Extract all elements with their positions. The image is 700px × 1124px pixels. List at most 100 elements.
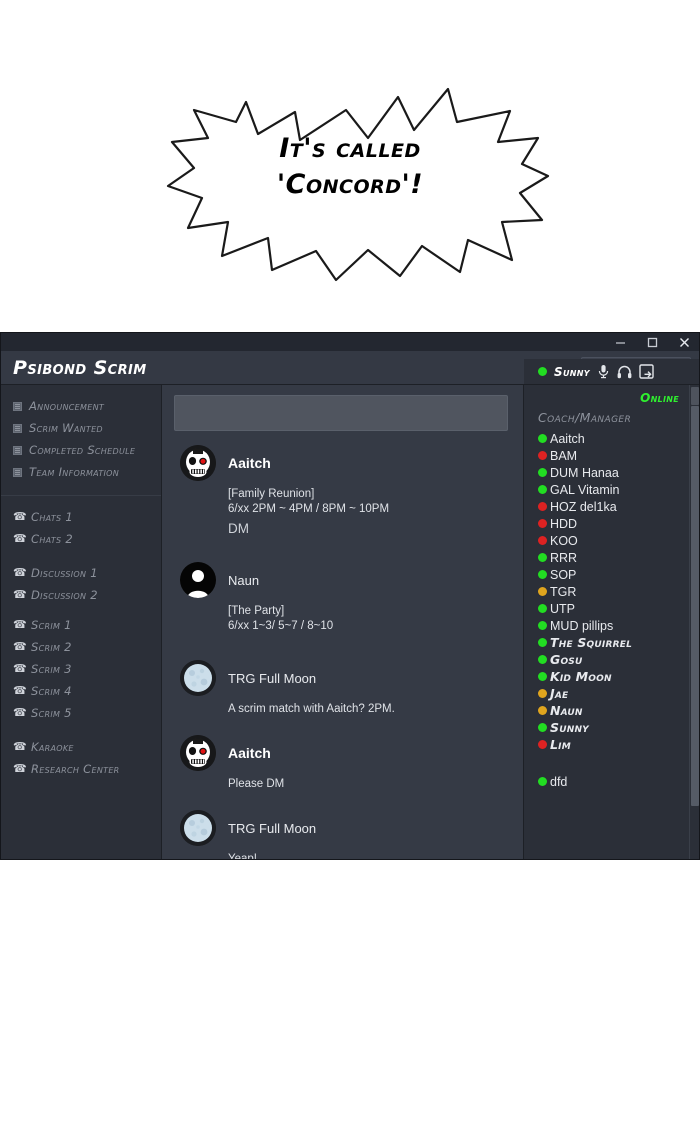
member-row[interactable]: Aaitch [538,430,685,447]
message-body: [Family Reunion] 6/xx 2PM ~ 4PM / 8PM ~ … [228,483,509,538]
sidebar-item-scrim-5[interactable]: ☎ Scrim 5 [1,702,161,724]
members-panel: Sunny Online Coach/Manager Aaitch BAM DU… [524,359,699,859]
sidebar-item-label: Scrim 2 [31,640,72,654]
speech-balloon: It's called 'Concord'! [150,80,550,285]
member-name: Gosu [550,652,583,667]
chat-input[interactable] [174,395,508,431]
member-row[interactable]: BAM [538,447,685,464]
sidebar-item-label: Scrim 4 [31,684,72,698]
member-row[interactable]: DUM Hanaa [538,464,685,481]
message-line: Please DM [228,778,285,790]
member-name: UTP [550,601,575,616]
moon-avatar [180,660,216,696]
member-row[interactable]: The Squirrel [538,634,685,651]
microphone-icon[interactable] [597,364,610,379]
member-row[interactable]: UTP [538,600,685,617]
member-row[interactable]: Jae [538,685,685,702]
close-button[interactable] [677,335,691,349]
status-dot [538,468,547,477]
member-row[interactable]: RRR [538,549,685,566]
status-dot [538,519,547,528]
message-author: TRG Full Moon [228,670,317,686]
sidebar-item-scrim-wanted[interactable]: Scrim Wanted [1,417,161,439]
member-row[interactable]: KOO [538,532,685,549]
sidebar-item-label: Scrim 3 [31,662,72,676]
message-body: [The Party] 6/xx 1~3/ 5~7 / 8~10 [228,600,509,636]
sidebar-item-completed-schedule[interactable]: Completed Schedule [1,439,161,461]
minimize-button[interactable] [613,335,627,349]
member-name: RRR [550,550,578,565]
member-row[interactable]: Naun [538,702,685,719]
chat-message-list: Aaitch [Family Reunion] 6/xx 2PM ~ 4PM /… [162,439,523,860]
member-row[interactable]: TGR [538,583,685,600]
members-scroll-area: Online Coach/Manager Aaitch BAM DUM Hana… [524,385,699,859]
phone-icon: ☎ [13,740,27,753]
list-icon [13,401,22,411]
moon-avatar [180,810,216,846]
status-dot [538,740,547,749]
status-dot [538,621,547,630]
maximize-button[interactable] [645,335,659,349]
phone-icon: ☎ [13,510,27,523]
sidebar-item-scrim-2[interactable]: ☎ Scrim 2 [1,636,161,658]
sidebar-item-karaoke[interactable]: ☎ Karaoke [1,736,161,758]
member-row[interactable]: HDD [538,515,685,532]
sidebar-item-scrim-3[interactable]: ☎ Scrim 3 [1,658,161,680]
member-row[interactable]: GAL Vitamin [538,481,685,498]
chat-message: Aaitch [Family Reunion] 6/xx 2PM ~ 4PM /… [180,443,509,538]
message-gap [180,542,509,560]
window-titlebar [1,333,699,351]
message-author: TRG Full Moon [228,820,317,836]
member-row[interactable]: Gosu [538,651,685,668]
headphones-icon[interactable] [617,365,632,379]
sidebar-item-chats-2[interactable]: ☎ Chats 2 [1,528,161,550]
logout-icon[interactable] [639,364,654,379]
sidebar-item-team-information[interactable]: Team Information [1,461,161,483]
sidebar-item-research-center[interactable]: ☎ Research Center [1,758,161,780]
current-user-bar: Sunny [524,359,699,385]
sidebar-item-chats-1[interactable]: ☎ Chats 1 [1,506,161,528]
chat-panel: Aaitch [Family Reunion] 6/xx 2PM ~ 4PM /… [162,385,524,860]
member-name: KOO [550,533,578,548]
member-name: HOZ del1ka [550,499,617,514]
sidebar-item-scrim-1[interactable]: ☎ Scrim 1 [1,614,161,636]
sidebar-item-label: Team Information [29,465,120,479]
member-row[interactable]: dfd [538,773,685,790]
sidebar-item-scrim-4[interactable]: ☎ Scrim 4 [1,680,161,702]
sidebar-item-announcement[interactable]: Announcement [1,395,161,417]
message-extra: DM [228,521,249,536]
phone-icon: ☎ [13,566,27,579]
member-name: Sunny [550,720,589,735]
sidebar-item-discussion-2[interactable]: ☎ Discussion 2 [1,584,161,606]
message-body: Yeap! [228,848,509,860]
message-author: Aaitch [228,745,271,761]
message-line: Yeap! [228,853,257,860]
scrollbar-thumb[interactable] [690,387,699,405]
member-row[interactable]: MUD pillips [538,617,685,634]
skull-avatar [180,445,216,481]
sidebar-group-scrims: ☎ Scrim 1 ☎ Scrim 2 ☎ Scrim 3 ☎ Scrim 4 [1,612,161,786]
message-header: TRG Full Moon [180,808,509,848]
scrollbar-track[interactable] [690,406,699,806]
members-scrollbar[interactable] [689,385,699,859]
app-body: Announcement Scrim Wanted Completed Sche… [1,359,699,860]
sidebar-item-discussion-1[interactable]: ☎ Discussion 1 [1,562,161,584]
status-dot [538,485,547,494]
status-dot [538,451,547,460]
message-line: [The Party] [228,605,285,617]
page-root: It's called 'Concord'! Psibond Scrim Ann… [0,0,700,1124]
member-row[interactable]: SOP [538,566,685,583]
member-row[interactable]: Sunny [538,719,685,736]
member-name: dfd [550,774,568,789]
member-row[interactable]: Kid Moon [538,668,685,685]
status-dot [538,655,547,664]
message-gap [180,723,509,733]
member-row[interactable]: HOZ del1ka [538,498,685,515]
member-row[interactable]: Lim [538,736,685,753]
member-name: Naun [550,703,583,718]
phone-icon: ☎ [13,762,27,775]
chat-message: TRG Full Moon A scrim match with Aaitch?… [180,658,509,719]
status-dot [538,604,547,613]
message-line: A scrim match with Aaitch? 2PM. [228,703,395,715]
chat-message: Aaitch Please DM [180,733,509,794]
